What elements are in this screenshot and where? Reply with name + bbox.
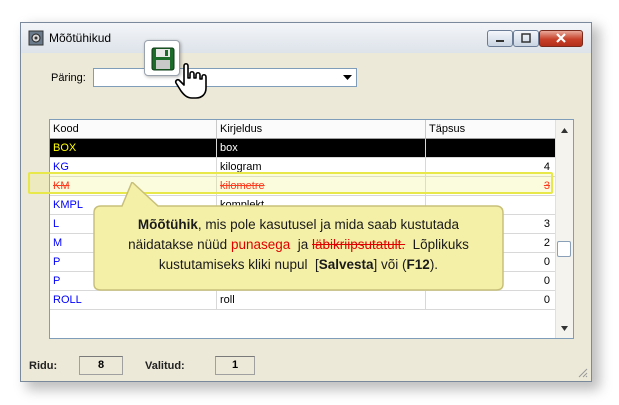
status-bar: Ridu: 8 Valitud: 1 [21, 353, 591, 381]
callout-text-part: näidatakse nüüd [128, 237, 231, 252]
window-title: Mõõtühikud [49, 31, 112, 45]
minimize-icon [496, 40, 504, 42]
hand-pointer-icon [174, 62, 207, 99]
rows-count: 8 [79, 356, 123, 375]
cell-code: ROLL [50, 291, 217, 310]
scroll-thumb[interactable] [557, 241, 571, 257]
column-header-description[interactable]: Kirjeldus [217, 120, 426, 139]
callout-red-word: punasega [230, 237, 291, 252]
scroll-down-icon[interactable] [557, 320, 572, 336]
cell-precision [426, 139, 557, 158]
query-label: Päring: [51, 72, 86, 84]
column-header-code[interactable]: Kood [50, 120, 217, 139]
rows-label: Ridu: [29, 360, 58, 372]
callout-text-part: ja [290, 237, 313, 252]
callout-term: Mõõtühik [137, 217, 198, 232]
titlebar: Mõõtühikud [21, 23, 591, 53]
callout-text-part: kustutamiseks kliki nupul [ [158, 257, 319, 272]
cell-code: BOX [50, 139, 217, 158]
scroll-up-icon[interactable] [557, 122, 572, 138]
column-header-precision[interactable]: Täpsus [426, 120, 557, 139]
maximize-button[interactable] [513, 30, 539, 47]
callout-strike-word: läbikriipsutatult. [312, 237, 406, 252]
callout-text-part: ] või ( [373, 257, 407, 272]
callout-line-2: näidatakse nüüd punasega ja läbikriipsut… [92, 235, 505, 255]
close-button[interactable] [539, 30, 583, 47]
callout-text-part: , mis pole kasutusel ja mida saab kustut… [197, 217, 460, 232]
callout-text: Mõõtühik, mis pole kasutusel ja mida saa… [92, 215, 505, 287]
resize-grip-icon[interactable] [576, 366, 588, 378]
callout-line-3: kustutamiseks kliki nupul [Salvesta] või… [92, 255, 505, 275]
query-select[interactable] [93, 68, 357, 87]
table-row[interactable]: ROLL roll 0 [50, 291, 557, 310]
vertical-scrollbar[interactable] [555, 120, 573, 338]
callout-line-1: Mõõtühik, mis pole kasutusel ja mida saa… [92, 215, 505, 235]
gear-cube-icon [28, 30, 44, 46]
cell-precision: 0 [426, 291, 557, 310]
cell-description: box [217, 139, 426, 158]
callout-key-word: F12 [406, 257, 430, 272]
selected-count: 1 [215, 356, 255, 375]
minimize-button[interactable] [487, 30, 513, 47]
grid-header: Kood Kirjeldus Täpsus [50, 120, 557, 139]
cell-description: roll [217, 291, 426, 310]
chevron-down-icon[interactable] [340, 70, 355, 85]
close-icon [556, 33, 566, 43]
table-row[interactable]: BOX box [50, 139, 557, 158]
callout-text-part: ). [429, 257, 439, 272]
maximize-icon [521, 33, 531, 43]
selected-label: Valitud: [145, 360, 185, 372]
callout-save-word: Salvesta [318, 257, 374, 272]
callout-text-part: Lõplikuks [405, 237, 469, 252]
